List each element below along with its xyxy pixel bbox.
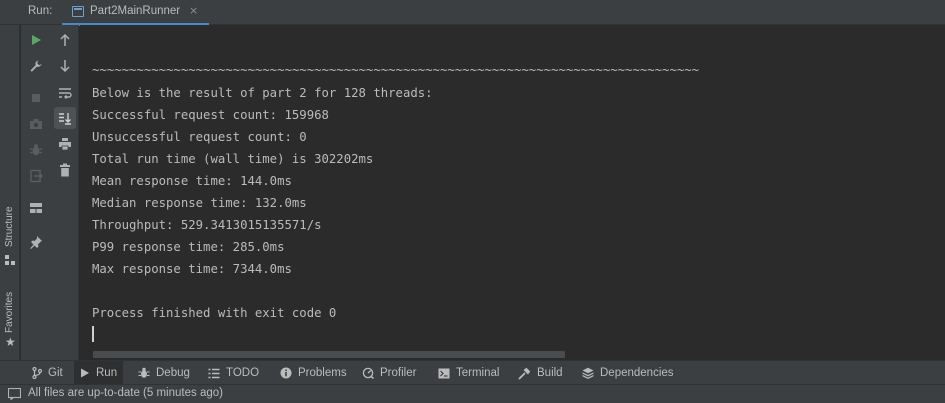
run-tool-header: Run: Part2MainRunner × <box>0 0 945 26</box>
git-branch-icon <box>32 367 42 379</box>
tab-dependencies[interactable]: Dependencies <box>578 361 678 385</box>
next-occurrence-button[interactable] <box>54 55 76 77</box>
tab-terminal[interactable]: Terminal <box>434 361 503 385</box>
star-icon: ★ <box>5 335 16 349</box>
application-window-icon <box>72 6 84 17</box>
structure-icon <box>5 255 16 266</box>
arrow-up-icon <box>60 33 70 46</box>
console-line: Successful request count: 159968 <box>92 108 329 122</box>
close-tab-icon[interactable]: × <box>189 4 198 17</box>
stop-icon <box>32 94 40 102</box>
problems-info-icon <box>280 367 292 379</box>
tab-label: Problems <box>298 367 347 379</box>
pin-icon <box>30 236 42 249</box>
rerun-icon <box>32 35 41 45</box>
build-hammer-icon <box>518 367 531 380</box>
left-tool-stripe: Structure Favorites ★ <box>0 25 20 360</box>
terminal-icon <box>438 368 450 379</box>
tab-label: Debug <box>156 367 190 379</box>
tab-label: TODO <box>226 367 260 379</box>
tab-run[interactable]: Run <box>74 361 124 385</box>
camera-icon <box>30 119 42 129</box>
event-log-icon[interactable] <box>7 387 22 403</box>
status-bar: All files are up-to-date (5 minutes ago) <box>0 384 945 403</box>
wrench-icon <box>30 60 42 72</box>
debug-bug-icon <box>138 367 150 379</box>
tab-label: Git <box>48 367 63 379</box>
tab-label: Build <box>537 367 563 379</box>
run-play-icon <box>80 368 90 378</box>
console-line: Mean response time: 144.0ms <box>92 174 292 188</box>
soft-wrap-button[interactable] <box>54 82 76 104</box>
console-line: P99 response time: 285.0ms <box>92 240 285 254</box>
arrow-down-icon <box>60 60 70 73</box>
profiler-gauge-icon <box>362 367 374 379</box>
status-message[interactable]: All files are up-to-date (5 minutes ago) <box>28 387 223 399</box>
tab-debug[interactable]: Debug <box>134 361 194 385</box>
debug-bug-icon <box>30 144 42 156</box>
horizontal-scrollbar[interactable] <box>93 351 565 358</box>
clear-all-button[interactable] <box>54 159 76 181</box>
restore-layout-button[interactable] <box>25 197 47 219</box>
run-label: Run: <box>28 5 53 17</box>
rerun-button[interactable] <box>25 29 47 51</box>
console-line: Median response time: 132.0ms <box>92 196 307 210</box>
run-tab-title: Part2MainRunner <box>90 5 181 17</box>
pin-tab-button[interactable] <box>25 231 47 253</box>
tab-profiler[interactable]: Profiler <box>358 361 420 385</box>
tab-todo[interactable]: TODO <box>204 361 263 385</box>
tab-label: Terminal <box>456 367 500 379</box>
todo-list-icon <box>208 368 220 379</box>
tab-label: Dependencies <box>600 367 674 379</box>
debug-settings-button[interactable] <box>25 139 47 161</box>
run-toolbar-primary <box>21 25 51 360</box>
run-configuration-tab[interactable]: Part2MainRunner × <box>62 0 209 26</box>
tab-build[interactable]: Build <box>514 361 567 385</box>
console-line: Throughput: 529.3413015135571/s <box>92 218 322 232</box>
run-toolbar-secondary <box>51 25 79 360</box>
tab-label: Run <box>96 367 118 379</box>
stop-button[interactable] <box>25 87 47 109</box>
trash-icon <box>60 163 70 177</box>
scroll-to-end-icon <box>59 113 71 125</box>
tab-git[interactable]: Git <box>28 361 67 385</box>
layout-icon <box>30 203 42 213</box>
edit-configuration-button[interactable] <box>25 55 47 77</box>
structure-tool-button[interactable]: Structure <box>4 206 15 247</box>
thread-dump-button[interactable] <box>25 113 47 135</box>
bottom-tool-bar: Git Run Debug TODO Problems Profiler Ter… <box>0 360 945 385</box>
exit-button[interactable] <box>25 165 47 187</box>
exit-icon <box>30 169 43 183</box>
tab-label: Profiler <box>380 367 417 379</box>
scroll-to-end-button[interactable] <box>54 107 76 129</box>
console-line: Below is the result of part 2 for 128 th… <box>92 86 433 100</box>
favorites-tool-button[interactable]: Favorites <box>4 292 15 333</box>
console-line: Total run time (wall time) is 302202ms <box>92 152 374 166</box>
console-line: Max response time: 7344.0ms <box>92 262 292 276</box>
console-line: Process finished with exit code 0 <box>92 306 337 320</box>
previous-occurrence-button[interactable] <box>54 29 76 51</box>
dependencies-stack-icon <box>582 367 594 379</box>
console-output[interactable]: ~~~~~~~~~~~~~~~~~~~~~~~~~~~~~~~~~~~~~~~~… <box>80 25 945 360</box>
console-line: ~~~~~~~~~~~~~~~~~~~~~~~~~~~~~~~~~~~~~~~~… <box>92 63 700 77</box>
soft-wrap-icon <box>59 88 72 99</box>
console-line: Unsuccessful request count: 0 <box>92 130 307 144</box>
text-caret <box>92 326 94 342</box>
print-button[interactable] <box>54 133 76 155</box>
tab-problems[interactable]: Problems <box>276 361 351 385</box>
print-icon <box>59 138 71 151</box>
